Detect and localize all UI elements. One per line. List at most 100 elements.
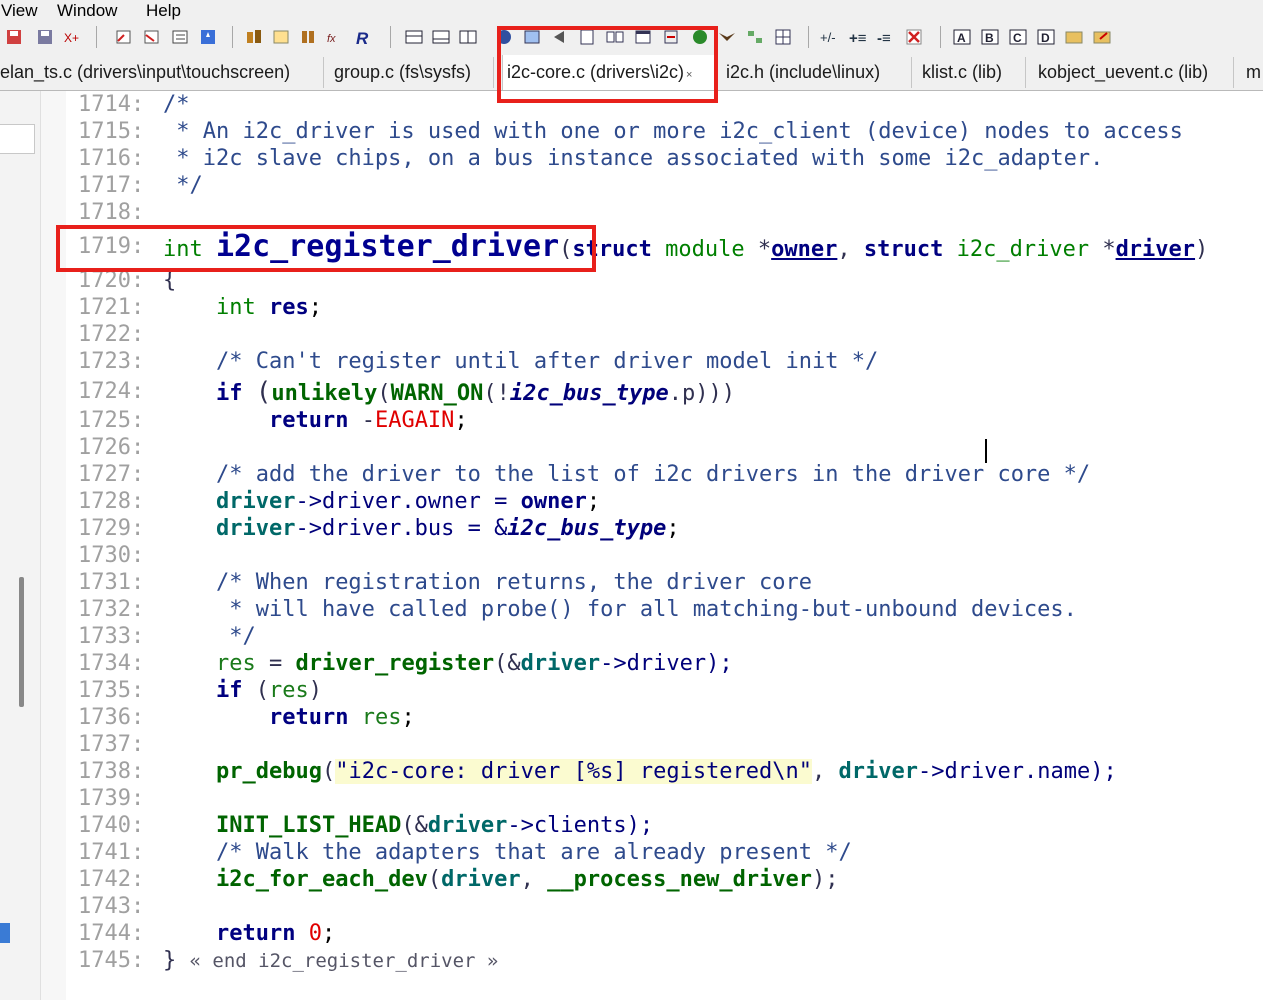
tab-kobject-uevent[interactable]: kobject_uevent.c (lib) (1034, 57, 1234, 88)
member-access: ->driver.bus = & (295, 516, 508, 541)
layout-icon[interactable] (404, 27, 424, 47)
code-line: 1732: * will have called probe() for all… (66, 596, 1263, 623)
svg-text:X+: X+ (64, 31, 79, 45)
tab-elan-ts[interactable]: elan_ts.c (drivers\input\touchscreen) (0, 57, 324, 88)
keyword: return (215, 921, 296, 946)
bookmark-icon[interactable] (198, 27, 218, 47)
code-line: 1728: driver->driver.owner = owner; (66, 488, 1263, 515)
code-line: 1740: INIT_LIST_HEAD(&driver->clients); (66, 812, 1263, 839)
tab-more[interactable]: m (1242, 57, 1263, 88)
delete-icon[interactable] (904, 27, 924, 47)
font-b-icon[interactable]: B (980, 27, 1000, 47)
line-number: 1732: (78, 597, 145, 622)
toolbar-separator (390, 26, 391, 48)
tab-label: i2c.h (include\linux) (726, 62, 881, 82)
function-call: pr_debug (215, 759, 322, 784)
svg-text:B: B (985, 31, 994, 45)
symbol-search-input[interactable] (0, 124, 35, 154)
parameter-ref: owner (520, 489, 587, 514)
line-number: 1739: (78, 786, 145, 811)
code-line: 1742: i2c_for_each_dev(driver, __process… (66, 866, 1263, 893)
back-icon[interactable] (114, 27, 134, 47)
comment: /* When registration returns, the driver… (215, 570, 813, 595)
call-tree-icon[interactable]: fx (326, 27, 346, 47)
code-line: 1739: (66, 785, 1263, 812)
relation-icon[interactable]: R (354, 27, 374, 47)
member-access: ->clients); (507, 813, 654, 838)
forward-icon[interactable] (142, 27, 162, 47)
code-line: 1727: /* add the driver to the list of i… (66, 461, 1263, 488)
function-call: INIT_LIST_HEAD (215, 813, 402, 838)
line-number: 1734: (78, 651, 145, 676)
function-call: driver_register (295, 651, 495, 676)
line-number: 1738: (78, 759, 145, 784)
keyword: struct (863, 237, 944, 262)
font-d-icon[interactable]: D (1036, 27, 1056, 47)
parameter-ref: driver (441, 867, 521, 892)
save-all-icon[interactable] (35, 27, 55, 47)
code-line: 1735: if (res) (66, 677, 1263, 704)
svg-text:C: C (1013, 31, 1022, 45)
references-icon[interactable] (299, 27, 319, 47)
font-a-icon[interactable]: A (952, 27, 972, 47)
code-line: 1726: (66, 434, 1263, 461)
number-literal: 0 (308, 921, 322, 946)
panel-selection-marker (0, 923, 10, 943)
close-file-icon[interactable]: X+ (63, 27, 83, 47)
line-number: 1715: (78, 119, 145, 144)
operator: (& (494, 651, 521, 676)
svg-text:fx: fx (327, 33, 336, 45)
plus-minus-icon[interactable]: +/- (820, 27, 840, 47)
variable: res (361, 705, 402, 730)
folder-icon[interactable] (1064, 27, 1084, 47)
layout-icon-3[interactable] (458, 27, 478, 47)
menu-help[interactable]: Help (146, 1, 181, 21)
comment: * will have called probe() for all match… (215, 597, 1077, 622)
lookup-icon[interactable] (271, 27, 291, 47)
parameter-ref: driver (427, 813, 508, 838)
code-line: 1733: */ (66, 623, 1263, 650)
font-c-icon[interactable]: C (1008, 27, 1028, 47)
bird-icon[interactable] (717, 27, 737, 47)
line-number: 1727: (78, 462, 145, 487)
line-number: 1714: (78, 92, 145, 117)
paren: ( (242, 678, 269, 703)
tab-i2c-h[interactable]: i2c.h (include\linux) (722, 57, 912, 88)
comment: * i2c slave chips, on a bus instance ass… (163, 146, 1104, 171)
tree-icon[interactable] (745, 27, 765, 47)
comment: /* Walk the adapters that are already pr… (215, 840, 852, 865)
line-number: 1723: (78, 349, 145, 374)
comment: /* (163, 92, 190, 117)
brace: } (163, 948, 177, 973)
type: module (665, 237, 745, 262)
code-line: 1736: return res; (66, 704, 1263, 731)
panel-scrollbar[interactable] (19, 577, 24, 707)
code-line: 1724: if (unlikely(WARN_ON(!i2c_bus_type… (66, 377, 1263, 407)
layout-icon-2[interactable] (431, 27, 451, 47)
line-number: 1724: (78, 379, 145, 404)
param-driver[interactable]: driver (1116, 237, 1195, 262)
toolbar-separator (232, 26, 233, 48)
list-icon[interactable] (170, 27, 190, 47)
constant: EAGAIN (374, 408, 455, 433)
menu-window[interactable]: Window (57, 1, 117, 21)
line-number: 1741: (78, 840, 145, 865)
expand-icon[interactable]: +≡ (848, 27, 868, 47)
symbol-window-icon[interactable] (244, 27, 264, 47)
folder-edit-icon[interactable] (1092, 27, 1112, 47)
menu-view[interactable]: View (1, 1, 38, 21)
grid-icon[interactable] (773, 27, 793, 47)
tab-klist[interactable]: klist.c (lib) (918, 57, 1026, 88)
code-line: 1734: res = driver_register(&driver->dri… (66, 650, 1263, 677)
line-number: 1722: (78, 322, 145, 347)
collapse-icon[interactable]: -≡ (876, 27, 896, 47)
semicolon: ; (666, 516, 680, 541)
svg-text:+/-: +/- (820, 30, 836, 45)
line-number: 1721: (78, 295, 145, 320)
comment: */ (215, 624, 256, 649)
parameter-ref: driver (838, 759, 919, 784)
semicolon: ; (321, 921, 336, 946)
save-icon[interactable] (4, 27, 24, 47)
param-owner[interactable]: owner (771, 237, 837, 262)
tab-group[interactable]: group.c (fs\sysfs) (330, 57, 494, 88)
